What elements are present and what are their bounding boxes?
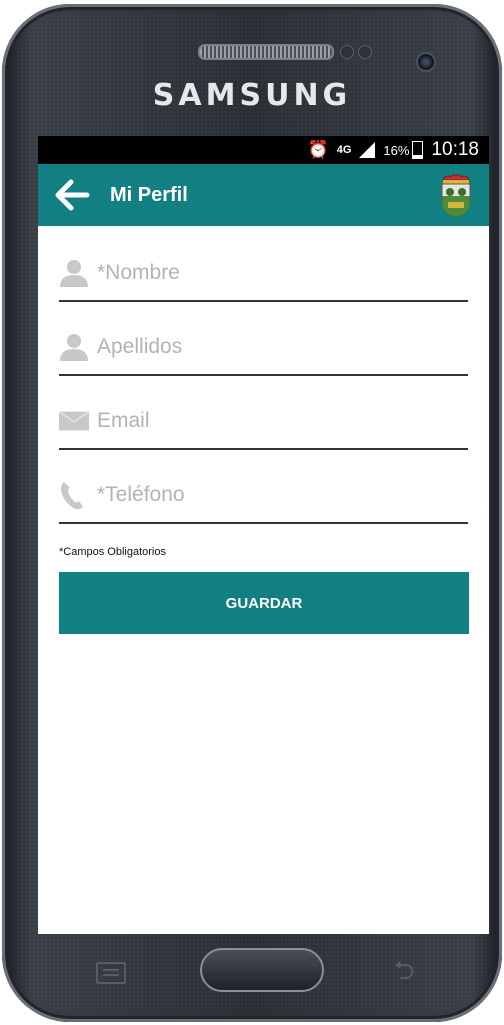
phone-icon — [59, 480, 89, 510]
proximity-sensor — [340, 45, 354, 59]
signal-icon — [359, 142, 376, 158]
required-fields-note: *Campos Obligatorios — [59, 546, 166, 558]
app-bar: Mi Perfil — [38, 164, 489, 226]
telefono-field — [59, 450, 468, 524]
person-icon — [59, 332, 89, 362]
municipal-crest-icon — [441, 174, 471, 218]
status-time: 10:18 — [431, 139, 479, 160]
battery-percent: 16% — [383, 142, 410, 158]
back-key-icon[interactable]: ⮌ — [388, 957, 420, 983]
arrow-left-icon — [55, 179, 90, 211]
profile-form: *Campos Obligatorios GUARDAR — [38, 226, 489, 634]
telefono-input[interactable] — [89, 480, 468, 522]
home-button[interactable] — [200, 948, 324, 992]
alarm-clock-icon: ⏰ — [307, 140, 329, 159]
earpiece-speaker — [198, 44, 334, 60]
email-input[interactable] — [89, 406, 468, 448]
device-brand: SAMSUNG — [152, 78, 352, 113]
save-button[interactable]: GUARDAR — [59, 572, 469, 634]
app-screen: ⏰ 4G 16% 10:18 Mi Perfil *Nombre Apellid… — [38, 136, 489, 934]
apellidos-field — [59, 302, 468, 376]
battery-icon — [412, 141, 424, 159]
person-icon — [59, 258, 89, 288]
email-field — [59, 376, 468, 450]
back-button[interactable] — [50, 173, 94, 217]
nombre-input[interactable] — [89, 258, 468, 300]
page-title: Mi Perfil — [110, 183, 188, 206]
menu-key-icon[interactable] — [96, 962, 126, 984]
light-sensor — [358, 45, 372, 59]
envelope-icon — [59, 406, 89, 436]
hardware-keys: ⮌ — [0, 944, 504, 1004]
nombre-field — [59, 226, 468, 302]
network-type: 4G — [336, 144, 352, 156]
front-camera — [416, 52, 436, 72]
status-bar: ⏰ 4G 16% 10:18 — [38, 136, 489, 164]
apellidos-input[interactable] — [89, 332, 468, 374]
